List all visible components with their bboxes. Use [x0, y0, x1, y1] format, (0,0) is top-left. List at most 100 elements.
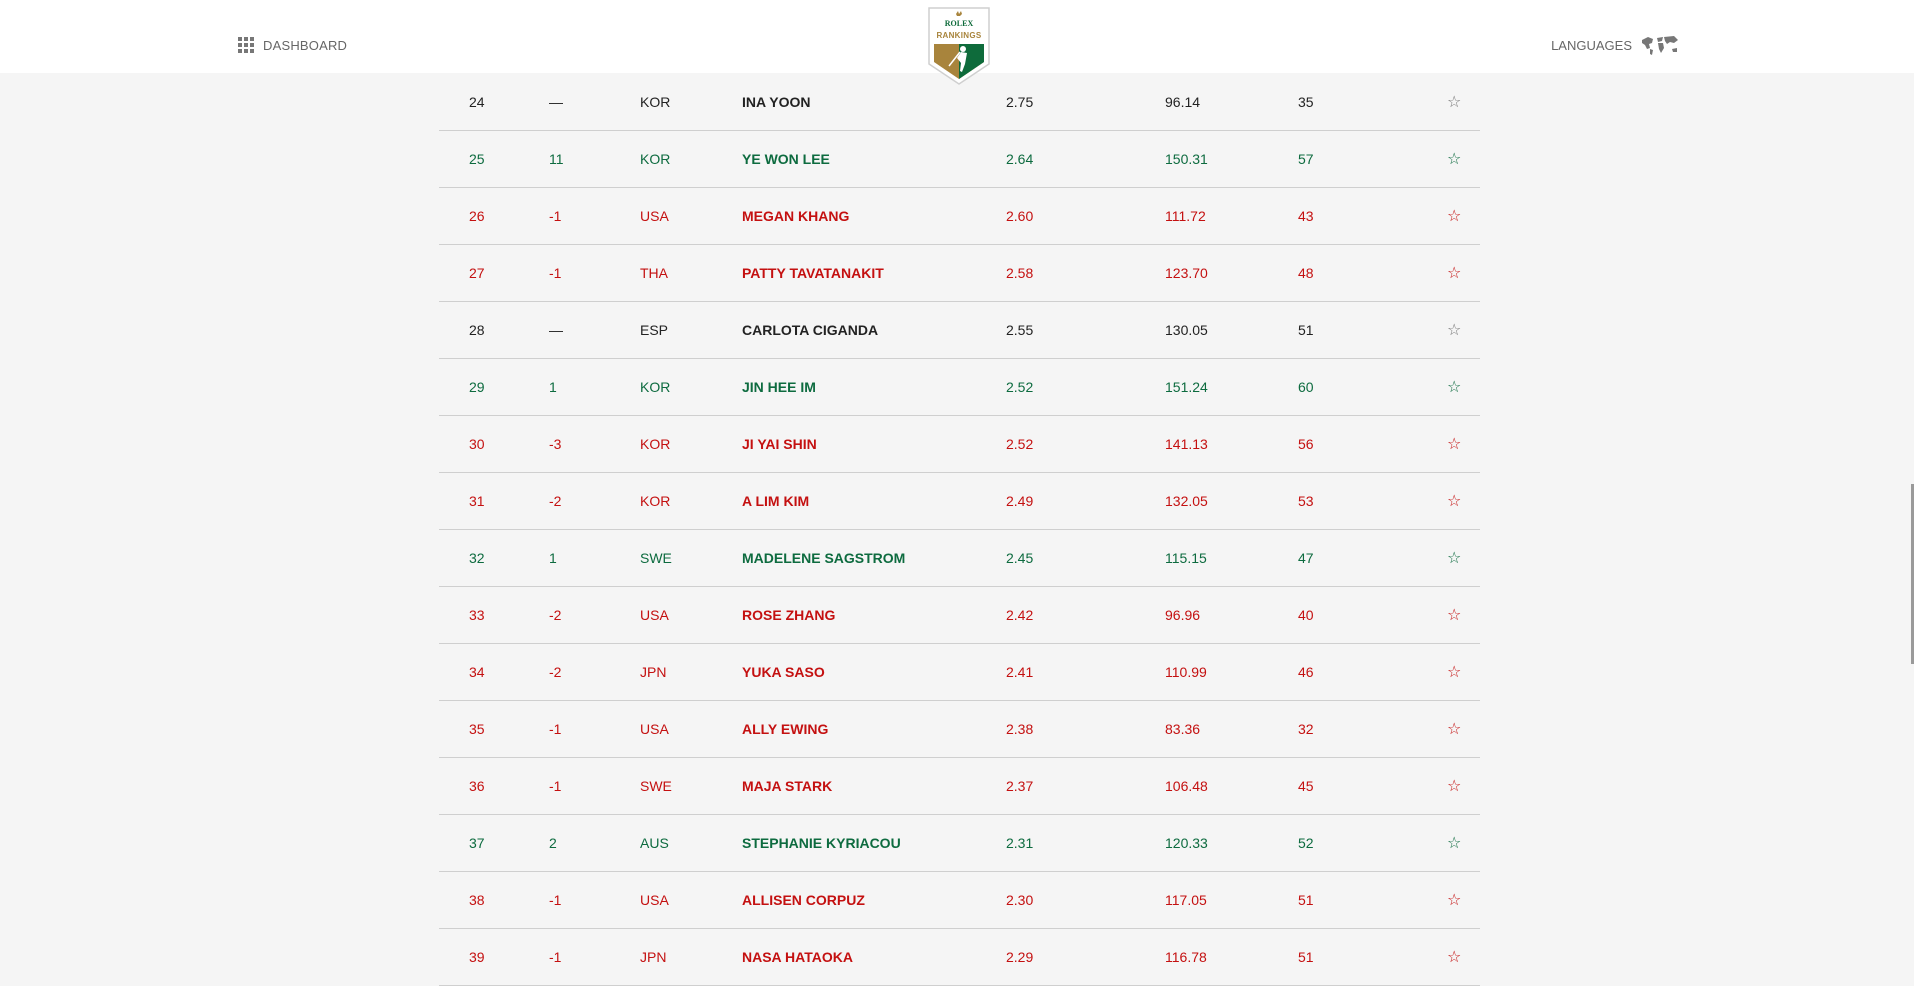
country-cell: USA — [640, 892, 669, 908]
country-cell: SWE — [640, 778, 672, 794]
table-row[interactable]: 39 -1 JPN NASA HATAOKA 2.29 116.78 51 ☆ — [439, 929, 1480, 986]
favorite-star-icon[interactable]: ☆ — [1447, 719, 1461, 739]
dashboard-button[interactable]: DASHBOARD — [238, 37, 347, 53]
movement-cell: 1 — [549, 379, 557, 395]
country-cell: AUS — [640, 835, 669, 851]
favorite-star-icon[interactable]: ☆ — [1447, 491, 1461, 511]
total-points-cell: 115.15 — [1165, 550, 1207, 566]
favorite-star-icon[interactable]: ☆ — [1447, 320, 1461, 340]
table-row[interactable]: 25 11 KOR YE WON LEE 2.64 150.31 57 ☆ — [439, 131, 1480, 188]
events-played-cell: 51 — [1298, 892, 1314, 908]
table-row[interactable]: 34 -2 JPN YUKA SASO 2.41 110.99 46 ☆ — [439, 644, 1480, 701]
movement-cell: -1 — [549, 208, 562, 224]
table-row[interactable]: 26 -1 USA MEGAN KHANG 2.60 111.72 43 ☆ — [439, 188, 1480, 245]
country-cell: THA — [640, 265, 668, 281]
events-played-cell: 32 — [1298, 721, 1314, 737]
player-name-link[interactable]: ALLY EWING — [742, 721, 828, 737]
player-name-link[interactable]: A LIM KIM — [742, 493, 809, 509]
movement-cell: -2 — [549, 664, 562, 680]
table-row[interactable]: 35 -1 USA ALLY EWING 2.38 83.36 32 ☆ — [439, 701, 1480, 758]
average-points-cell: 2.42 — [1006, 607, 1034, 623]
rank-cell: 34 — [469, 664, 485, 680]
table-row[interactable]: 38 -1 USA ALLISEN CORPUZ 2.30 117.05 51 ☆ — [439, 872, 1480, 929]
table-row[interactable]: 37 2 AUS STEPHANIE KYRIACOU 2.31 120.33 52 ☆ — [439, 815, 1480, 872]
total-points-cell: 141.13 — [1165, 436, 1208, 452]
rolex-rankings-logo[interactable]: ROLEX RANKINGS — [927, 6, 991, 86]
country-cell: USA — [640, 721, 669, 737]
player-name-link[interactable]: JIN HEE IM — [742, 379, 816, 395]
events-played-cell: 53 — [1298, 493, 1314, 509]
favorite-star-icon[interactable]: ☆ — [1447, 947, 1461, 967]
player-name-link[interactable]: NASA HATAOKA — [742, 949, 853, 965]
rank-cell: 27 — [469, 265, 485, 281]
events-played-cell: 45 — [1298, 778, 1314, 794]
player-name-link[interactable]: STEPHANIE KYRIACOU — [742, 835, 901, 851]
movement-cell: -1 — [549, 892, 562, 908]
rank-cell: 28 — [469, 322, 485, 338]
favorite-star-icon[interactable]: ☆ — [1447, 776, 1461, 796]
favorite-star-icon[interactable]: ☆ — [1447, 662, 1461, 682]
dashboard-label: DASHBOARD — [263, 37, 348, 53]
total-points-cell: 83.36 — [1165, 721, 1201, 737]
table-row[interactable]: 36 -1 SWE MAJA STARK 2.37 106.48 45 ☆ — [439, 758, 1480, 815]
table-row[interactable]: 28 — ESP CARLOTA CIGANDA 2.55 130.05 51 ☆ — [439, 302, 1480, 359]
total-points-cell: 130.05 — [1165, 322, 1208, 338]
favorite-star-icon[interactable]: ☆ — [1447, 434, 1461, 454]
total-points-cell: 111.72 — [1165, 208, 1206, 224]
rank-cell: 30 — [469, 436, 485, 452]
player-name-link[interactable]: CARLOTA CIGANDA — [742, 322, 878, 338]
favorite-star-icon[interactable]: ☆ — [1447, 206, 1461, 226]
table-row[interactable]: 33 -2 USA ROSE ZHANG 2.42 96.96 40 ☆ — [439, 587, 1480, 644]
rank-cell: 29 — [469, 379, 485, 395]
favorite-star-icon[interactable]: ☆ — [1447, 833, 1461, 853]
table-row[interactable]: 27 -1 THA PATTY TAVATANAKIT 2.58 123.70 48 ☆ — [439, 245, 1480, 302]
total-points-cell: 117.05 — [1165, 892, 1207, 908]
average-points-cell: 2.31 — [1006, 835, 1034, 851]
player-name-link[interactable]: ALLISEN CORPUZ — [742, 892, 865, 908]
player-name-link[interactable]: ROSE ZHANG — [742, 607, 835, 623]
grid-icon — [238, 37, 254, 53]
average-points-cell: 2.29 — [1006, 949, 1034, 965]
player-name-link[interactable]: JI YAI SHIN — [742, 436, 817, 452]
movement-cell: 11 — [549, 151, 564, 167]
player-name-link[interactable]: MAJA STARK — [742, 778, 832, 794]
movement-cell: -1 — [549, 778, 562, 794]
player-name-link[interactable]: MADELENE SAGSTROM — [742, 550, 905, 566]
events-played-cell: 48 — [1298, 265, 1314, 281]
average-points-cell: 2.55 — [1006, 322, 1034, 338]
languages-button[interactable]: LANGUAGES — [1551, 34, 1680, 56]
player-name-link[interactable]: YUKA SASO — [742, 664, 825, 680]
country-cell: USA — [640, 208, 669, 224]
favorite-star-icon[interactable]: ☆ — [1447, 263, 1461, 283]
favorite-star-icon[interactable]: ☆ — [1447, 377, 1461, 397]
average-points-cell: 2.60 — [1006, 208, 1034, 224]
table-row[interactable]: 30 -3 KOR JI YAI SHIN 2.52 141.13 56 ☆ — [439, 416, 1480, 473]
favorite-star-icon[interactable]: ☆ — [1447, 548, 1461, 568]
total-points-cell: 151.24 — [1165, 379, 1208, 395]
favorite-star-icon[interactable]: ☆ — [1447, 92, 1461, 112]
movement-cell: -1 — [549, 265, 562, 281]
events-played-cell: 56 — [1298, 436, 1314, 452]
events-played-cell: 60 — [1298, 379, 1314, 395]
table-row[interactable]: 32 1 SWE MADELENE SAGSTROM 2.45 115.15 47 ☆ — [439, 530, 1480, 587]
player-name-link[interactable]: MEGAN KHANG — [742, 208, 849, 224]
movement-cell: -2 — [549, 493, 562, 509]
favorite-star-icon[interactable]: ☆ — [1447, 605, 1461, 625]
table-row[interactable]: 29 1 KOR JIN HEE IM 2.52 151.24 60 ☆ — [439, 359, 1480, 416]
country-cell: SWE — [640, 550, 672, 566]
rank-cell: 37 — [469, 835, 485, 851]
movement-cell: 2 — [549, 835, 557, 851]
average-points-cell: 2.64 — [1006, 151, 1034, 167]
favorite-star-icon[interactable]: ☆ — [1447, 149, 1461, 169]
total-points-cell: 150.31 — [1165, 151, 1208, 167]
events-played-cell: 47 — [1298, 550, 1314, 566]
player-name-link[interactable]: PATTY TAVATANAKIT — [742, 265, 884, 281]
average-points-cell: 2.52 — [1006, 379, 1034, 395]
total-points-cell: 110.99 — [1165, 664, 1207, 680]
table-row[interactable]: 31 -2 KOR A LIM KIM 2.49 132.05 53 ☆ — [439, 473, 1480, 530]
favorite-star-icon[interactable]: ☆ — [1447, 890, 1461, 910]
player-name-link[interactable]: INA YOON — [742, 94, 810, 110]
rank-cell: 25 — [469, 151, 485, 167]
player-name-link[interactable]: YE WON LEE — [742, 151, 830, 167]
country-cell: JPN — [640, 949, 667, 965]
